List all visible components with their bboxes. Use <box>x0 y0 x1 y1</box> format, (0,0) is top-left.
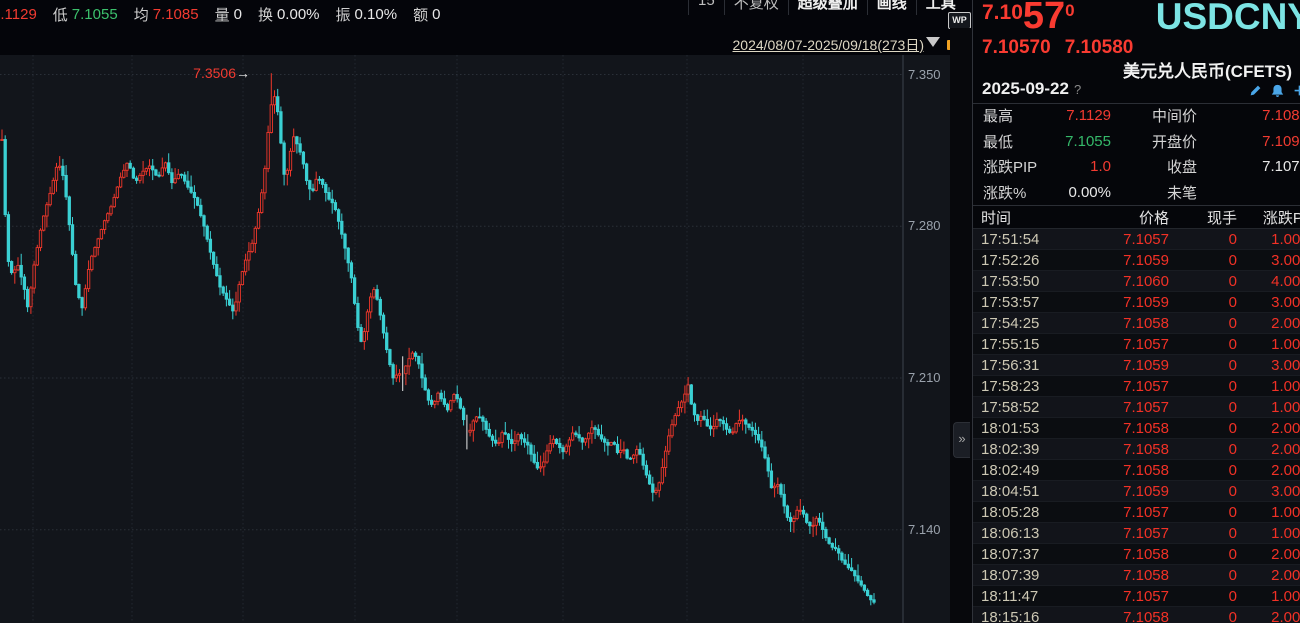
wp-window-icon[interactable]: WP <box>948 12 971 29</box>
tick-row[interactable]: 18:07:397.105802.0000 <box>973 565 1300 586</box>
bid-price: 7.10570 <box>982 37 1051 58</box>
tick-row[interactable]: 18:01:537.105802.0000 <box>973 418 1300 439</box>
panel-gutter <box>950 28 972 623</box>
stat-row: 最低7.1055开盘价7.1099 <box>973 129 1300 155</box>
date-range-row: 2024/08/07-2025/09/18(273日) <box>0 35 924 55</box>
quote-date: 2025-09-22? <box>982 79 1081 99</box>
chart-canvas[interactable] <box>0 55 950 623</box>
help-icon[interactable]: ? <box>1074 82 1081 97</box>
tick-row[interactable]: 17:52:267.105903.0000 <box>973 250 1300 271</box>
stat-低: 低7.1055 <box>53 4 118 25</box>
tick-row[interactable]: 18:07:377.105802.0000 <box>973 544 1300 565</box>
add-plus-icon[interactable] <box>1293 84 1300 97</box>
toolbar-items: 15不复权超级叠加画线工具 <box>688 0 965 15</box>
tick-row[interactable]: 17:54:257.105802.0000 <box>973 313 1300 334</box>
tick-row[interactable]: 17:53:507.106004.0000 <box>973 271 1300 292</box>
tick-row[interactable]: 18:05:287.105701.0000 <box>973 502 1300 523</box>
tick-row[interactable]: 18:11:477.105701.0000 <box>973 586 1300 607</box>
trading-app-window: 高7.1129 低7.1055 均7.1085 量0 换0.00% 振0.10% 额0 15… <box>0 0 1300 623</box>
instrument-name: 美元兑人民币(CFETS) <box>1123 57 1292 82</box>
tick-col-现手: 现手 <box>1169 207 1237 228</box>
stat-振: 振0.10% <box>336 4 398 25</box>
tick-row[interactable]: 18:02:397.105802.0000 <box>973 439 1300 460</box>
quote-actions <box>1249 84 1300 97</box>
y-axis-label: 7.140 <box>908 523 952 537</box>
toolbar-item-不复权[interactable]: 不复权 <box>724 0 788 15</box>
toolbar-item-画线[interactable]: 画线 <box>867 0 916 15</box>
tick-col-时间: 时间 <box>981 207 1069 228</box>
ask-price: 7.10580 <box>1065 37 1134 58</box>
quote-panel: 7.10570 7.10570 7.10580 USDCNY 美元兑人民币(CFE… <box>972 0 1300 623</box>
y-axis-label: 7.280 <box>908 219 952 233</box>
tick-row[interactable]: 17:51:547.105701.0000 <box>973 229 1300 250</box>
date-range-link[interactable]: 2024/08/07-2025/09/18(273日) <box>733 37 924 53</box>
last-price: 7.10570 <box>982 1 1075 34</box>
tick-row[interactable]: 18:06:137.105701.0000 <box>973 523 1300 544</box>
tick-row[interactable]: 18:04:517.105903.0000 <box>973 481 1300 502</box>
tick-row[interactable]: 18:15:167.105802.0000 <box>973 607 1300 623</box>
quote-stats-grid: 最高7.1129中间价7.1085最低7.1055开盘价7.1099涨跌PIP1… <box>973 103 1300 206</box>
stat-row: 涨跌PIP1.0收盘7.1079 <box>973 154 1300 180</box>
tick-table-header: 时间价格现手涨跌PIP <box>973 206 1300 229</box>
tick-row[interactable]: 17:58:237.105701.0000 <box>973 376 1300 397</box>
edit-pencil-icon[interactable] <box>1249 84 1262 97</box>
tick-row[interactable]: 17:53:577.105903.0000 <box>973 292 1300 313</box>
y-axis-label: 7.350 <box>908 68 952 82</box>
stat-row: 最高7.1129中间价7.1085 <box>973 103 1300 129</box>
stat-量: 量0 <box>215 4 242 25</box>
peak-annotation: 7.3506→ <box>128 65 248 81</box>
y-axis-label: 7.210 <box>908 371 952 385</box>
tick-col-价格: 价格 <box>1069 207 1169 228</box>
tick-row[interactable]: 17:55:157.105701.0000 <box>973 334 1300 355</box>
alert-bell-icon[interactable] <box>1271 84 1284 97</box>
stat-均: 均7.1085 <box>134 4 199 25</box>
tick-row[interactable]: 17:58:527.105701.0000 <box>973 397 1300 418</box>
bid-ask: 7.10570 7.10580 <box>982 37 1133 59</box>
panel-expand-handle[interactable]: » <box>953 422 970 458</box>
stat-row: 涨跌%0.00%未笔- <box>973 180 1300 206</box>
tick-col-涨跌PIP: 涨跌PIP <box>1237 207 1300 228</box>
stat-高: 高7.1129 <box>0 4 37 25</box>
tick-row[interactable]: 18:02:497.105802.0000 <box>973 460 1300 481</box>
toolbar-item-15[interactable]: 15 <box>688 0 724 15</box>
candlestick-chart[interactable]: 7.3506→ 7.350 7.280 7.210 7.140 <box>0 55 950 623</box>
toolbar-item-超级叠加[interactable]: 超级叠加 <box>788 0 867 15</box>
stat-换: 换0.00% <box>258 4 320 25</box>
quote-header: 7.10570 7.10570 7.10580 USDCNY 美元兑人民币(CFE… <box>973 0 1300 104</box>
tick-table[interactable]: 17:51:547.105701.000017:52:267.105903.00… <box>973 229 1300 623</box>
symbol-code: USDCNY <box>1156 0 1300 38</box>
tick-row[interactable]: 17:56:317.105903.0000 <box>973 355 1300 376</box>
stat-额: 额0 <box>413 4 440 25</box>
chevron-down-icon[interactable] <box>926 37 940 47</box>
chart-stats-items: 高7.1129 低7.1055 均7.1085 量0 换0.00% 振0.10% 额0 <box>0 4 456 25</box>
